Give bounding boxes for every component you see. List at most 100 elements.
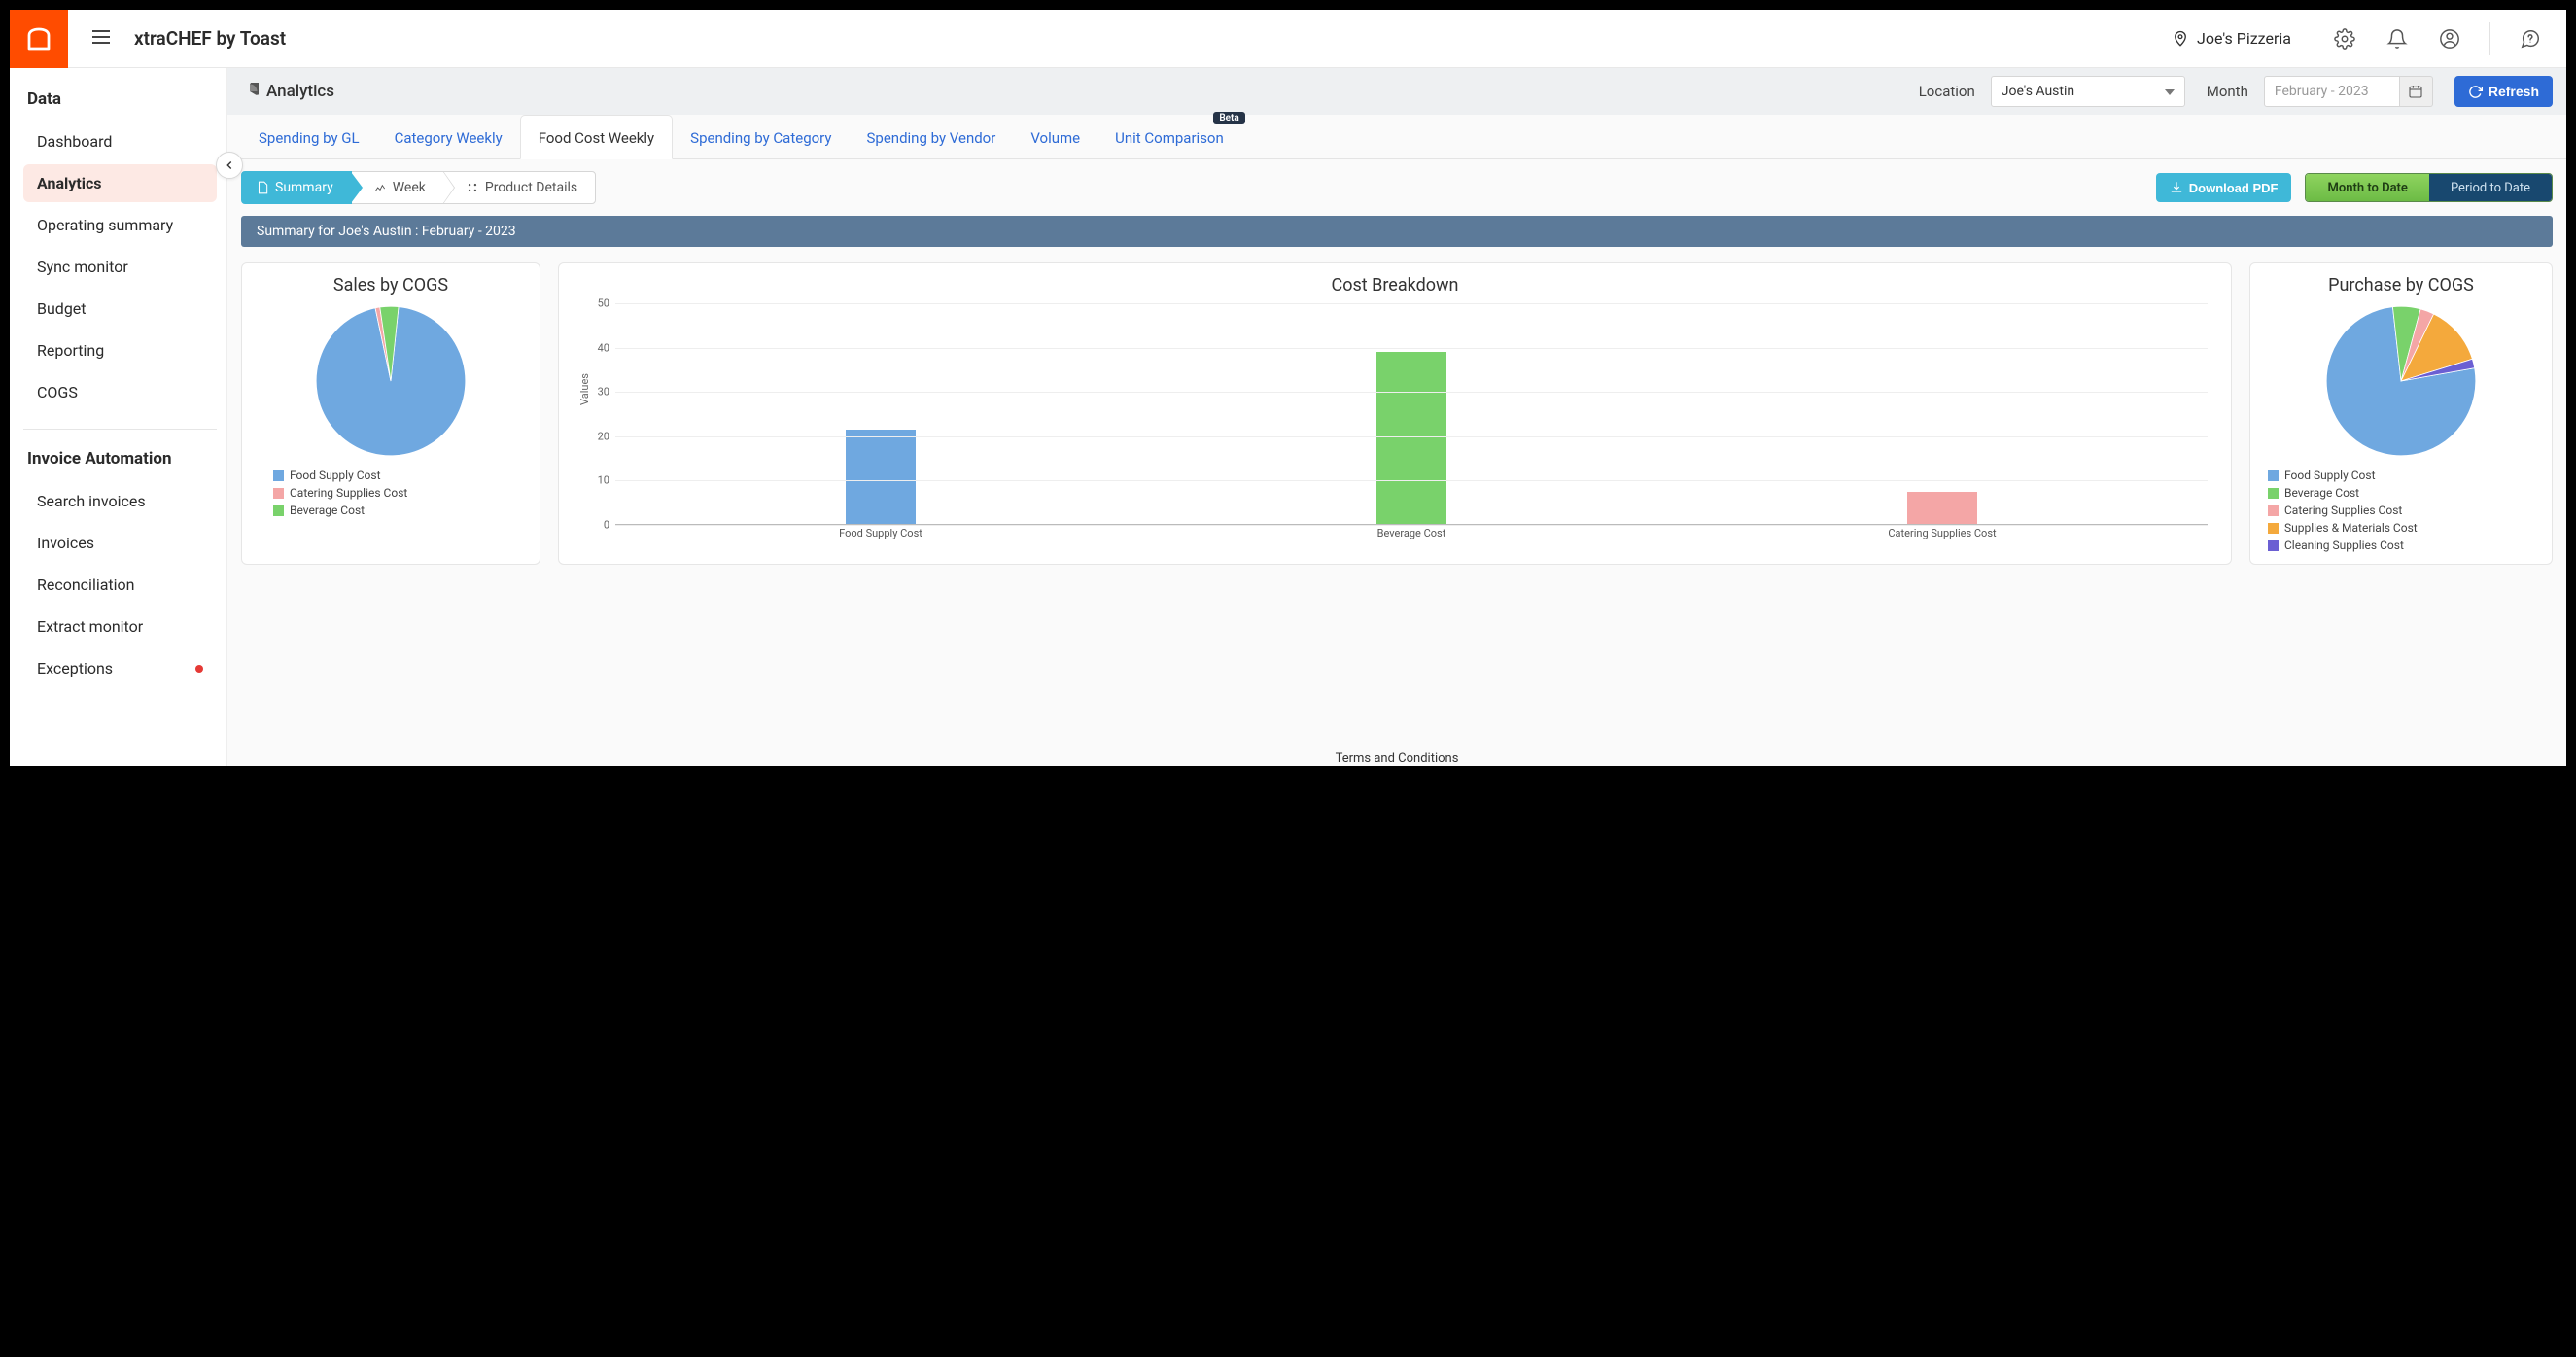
legend-label: Food Supply Cost [2284, 467, 2376, 484]
month-input-value: February - 2023 [2275, 84, 2369, 99]
sidebar-item-label: Search invoices [37, 492, 146, 510]
tab-category-weekly[interactable]: Category Weekly [377, 116, 520, 158]
legend-label: Beverage Cost [2284, 484, 2359, 502]
brand-logo[interactable] [10, 10, 68, 68]
tab-label: Spending by Vendor [867, 129, 996, 147]
location-select-value: Joe's Austin [2002, 84, 2074, 99]
top-location-label: Joe's Pizzeria [2197, 29, 2291, 48]
document-icon [256, 181, 269, 194]
sidebar-item-label: Analytics [37, 174, 102, 192]
sidebar-item-label: COGS [37, 383, 78, 401]
card-title: Cost Breakdown [1332, 275, 1459, 296]
purchase-pie-chart [2323, 303, 2479, 459]
x-tick-label: Food Supply Cost [808, 527, 954, 546]
refresh-icon [2468, 85, 2483, 99]
sidebar-item-operating-summary[interactable]: Operating summary [23, 206, 217, 244]
sidebar-item-analytics[interactable]: Analytics [23, 164, 217, 202]
sidebar-item-label: Budget [37, 299, 87, 318]
calendar-button[interactable] [2400, 76, 2433, 107]
refresh-button[interactable]: Refresh [2454, 76, 2553, 107]
bar [1907, 492, 1977, 525]
sidebar-item-exceptions[interactable]: Exceptions [23, 649, 217, 687]
tab-label: Volume [1030, 129, 1080, 147]
legend-item: Beverage Cost [2268, 484, 2418, 502]
sidebar-item-extract-monitor[interactable]: Extract monitor [23, 608, 217, 645]
sidebar-item-budget[interactable]: Budget [23, 290, 217, 328]
download-pdf-button[interactable]: Download PDF [2156, 173, 2292, 202]
legend-label: Food Supply Cost [290, 467, 381, 484]
purchase-legend: Food Supply CostBeverage CostCatering Su… [2264, 467, 2418, 554]
page-title-text: Analytics [266, 82, 334, 101]
calendar-icon [2408, 84, 2423, 99]
toggle-label: Period to Date [2451, 181, 2530, 195]
tabs: Spending by GL Category Weekly Food Cost… [227, 115, 2566, 159]
app-window: xtraCHEF by Toast Joe's Pizzeria Data Da… [10, 10, 2566, 766]
legend-swatch [2268, 523, 2279, 534]
week-icon [373, 181, 387, 194]
tab-food-cost-weekly[interactable]: Food Cost Weekly [520, 115, 673, 159]
tab-label: Food Cost Weekly [539, 129, 654, 147]
sidebar-item-label: Extract monitor [37, 617, 143, 636]
topbar: xtraCHEF by Toast Joe's Pizzeria [10, 10, 2566, 68]
tab-spending-by-vendor[interactable]: Spending by Vendor [850, 116, 1014, 158]
tab-label: Spending by Category [690, 129, 831, 147]
top-location[interactable]: Joe's Pizzeria [2172, 29, 2291, 48]
sales-pie-chart [313, 303, 469, 459]
settings-gear-icon[interactable] [2326, 20, 2363, 57]
y-tick: 30 [586, 386, 609, 399]
tab-volume[interactable]: Volume [1013, 116, 1097, 158]
legend-swatch [2268, 505, 2279, 516]
tab-unit-comparison[interactable]: Unit Comparison Beta [1097, 116, 1241, 158]
sidebar-collapse-button[interactable] [216, 152, 243, 179]
sidebar-item-reconciliation[interactable]: Reconciliation [23, 566, 217, 604]
subtab-label: Summary [275, 180, 333, 195]
subtab-summary[interactable]: Summary [241, 171, 352, 204]
date-range-toggle: Month to Date Period to Date [2305, 173, 2553, 202]
pie-chart-icon [241, 83, 259, 100]
subtabs-row: Summary Week Product Details Download PD… [227, 159, 2566, 216]
legend-item: Catering Supplies Cost [273, 484, 407, 502]
terms-link[interactable]: Terms and Conditions [227, 748, 2566, 766]
sidebar-item-invoices[interactable]: Invoices [23, 524, 217, 562]
toggle-period-to-date[interactable]: Period to Date [2429, 174, 2552, 201]
legend-item: Cleaning Supplies Cost [2268, 537, 2418, 554]
main: Analytics Location Joe's Austin Month Fe… [227, 68, 2566, 766]
cost-bar-chart: Values 01020304050 Food Supply CostBever… [573, 303, 2217, 546]
legend-label: Supplies & Materials Cost [2284, 519, 2418, 537]
sidebar-item-search-invoices[interactable]: Search invoices [23, 482, 217, 520]
sidebar-item-dashboard[interactable]: Dashboard [23, 122, 217, 160]
hamburger-menu-icon[interactable] [84, 19, 119, 58]
legend-swatch [273, 470, 284, 481]
brand-title: xtraCHEF by Toast [134, 27, 286, 50]
tab-spending-by-category[interactable]: Spending by Category [673, 116, 849, 158]
refresh-button-label: Refresh [2489, 84, 2539, 99]
tab-label: Spending by GL [259, 129, 360, 147]
legend-label: Beverage Cost [290, 502, 365, 519]
location-select[interactable]: Joe's Austin [1991, 76, 2185, 107]
notifications-bell-icon[interactable] [2379, 20, 2416, 57]
y-tick: 10 [586, 474, 609, 487]
toggle-month-to-date[interactable]: Month to Date [2306, 174, 2428, 201]
alert-dot-icon [195, 665, 203, 673]
legend-swatch [2268, 540, 2279, 551]
x-tick-label: Catering Supplies Cost [1869, 527, 2015, 546]
bar [1376, 352, 1446, 525]
sidebar-item-cogs[interactable]: COGS [23, 373, 217, 411]
help-chat-icon[interactable] [2512, 20, 2549, 57]
user-profile-icon[interactable] [2431, 20, 2468, 57]
sidebar-item-label: Invoices [37, 534, 94, 552]
sidebar-item-label: Reconciliation [37, 575, 135, 594]
download-pdf-label: Download PDF [2189, 181, 2279, 195]
product-icon [466, 181, 479, 194]
tab-label: Unit Comparison [1115, 129, 1224, 147]
sidebar-item-reporting[interactable]: Reporting [23, 331, 217, 369]
legend-swatch [2268, 470, 2279, 481]
subtab-week[interactable]: Week [351, 171, 444, 204]
separator [2489, 22, 2490, 55]
tab-spending-by-gl[interactable]: Spending by GL [241, 116, 377, 158]
subtab-label: Week [393, 180, 426, 195]
subtab-product-details[interactable]: Product Details [443, 171, 596, 204]
sidebar-item-sync-monitor[interactable]: Sync monitor [23, 248, 217, 286]
sidebar-item-label: Sync monitor [37, 258, 128, 276]
month-input[interactable]: February - 2023 [2264, 76, 2400, 107]
